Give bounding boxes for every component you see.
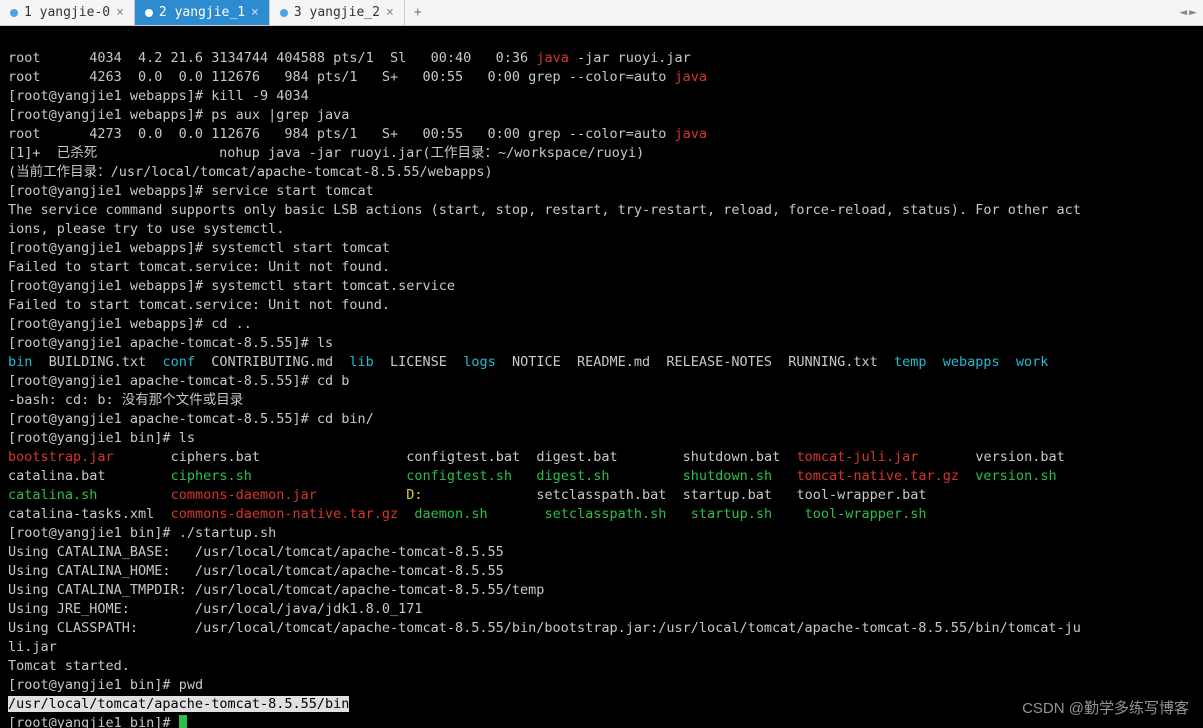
prompt-line: [root@yangjie1 bin]# ls (8, 430, 195, 446)
tab-label: 1 yangjie-0 (24, 5, 110, 20)
cursor-icon (179, 715, 187, 728)
tab-dot-icon (145, 9, 153, 17)
scroll-left-icon[interactable]: ◄ (1179, 5, 1187, 20)
tab-dot-icon (280, 9, 288, 17)
ls-output: catalina.sh commons-daemon.jar D: setcla… (8, 487, 927, 503)
tab-yangjie-2[interactable]: 3 yangjie_2 × (270, 0, 405, 25)
bash-err: -bash: cd: b: 没有那个文件或目录 (8, 392, 243, 408)
terminal[interactable]: root 4034 4.2 21.6 3134744 404588 pts/1 … (0, 26, 1203, 728)
env-line: li.jar (8, 639, 57, 655)
close-icon[interactable]: × (386, 5, 394, 20)
ps-output: root 4273 0.0 0.0 112676 984 pts/1 S+ 00… (8, 126, 707, 142)
tab-dot-icon (10, 9, 18, 17)
service-msg: The service command supports only basic … (8, 202, 1081, 218)
tab-scroll-arrows: ◄ ► (1179, 5, 1203, 20)
prompt-line: [root@yangjie1 apache-tomcat-8.5.55]# ls (8, 335, 333, 351)
prompt-line: [root@yangjie1 webapps]# ps aux |grep ja… (8, 107, 349, 123)
prompt-line: [root@yangjie1 webapps]# kill -9 4034 (8, 88, 309, 104)
prompt-line: [root@yangjie1 bin]# pwd (8, 677, 203, 693)
fail-msg: Failed to start tomcat.service: Unit not… (8, 259, 390, 275)
tab-yangjie-0[interactable]: 1 yangjie-0 × (0, 0, 135, 25)
env-line: Using JRE_HOME: /usr/local/java/jdk1.8.0… (8, 601, 423, 617)
prompt-line: [root@yangjie1 apache-tomcat-8.5.55]# cd… (8, 373, 349, 389)
prompt-line: [root@yangjie1 bin]# (8, 715, 187, 728)
prompt-line: [root@yangjie1 apache-tomcat-8.5.55]# cd… (8, 411, 374, 427)
env-line: Using CATALINA_BASE: /usr/local/tomcat/a… (8, 544, 504, 560)
ls-output: bootstrap.jar ciphers.bat configtest.bat… (8, 449, 1065, 465)
add-tab-button[interactable]: + (405, 5, 431, 20)
close-icon[interactable]: × (251, 5, 259, 20)
watermark: CSDN @勤学多练写博客 (1022, 697, 1189, 718)
tab-label: 2 yangjie_1 (159, 5, 245, 20)
started-msg: Tomcat started. (8, 658, 130, 674)
tab-bar: 1 yangjie-0 × 2 yangjie_1 × 3 yangjie_2 × +… (0, 0, 1203, 26)
ls-output: catalina-tasks.xml commons-daemon-native… (8, 506, 927, 522)
ps-output: root 4263 0.0 0.0 112676 984 pts/1 S+ 00… (8, 69, 707, 85)
prompt-line: [root@yangjie1 webapps]# systemctl start… (8, 278, 455, 294)
nohup-line: [1]+ 已杀死 nohup java -jar ruoyi.jar(工作目录：… (8, 145, 644, 161)
ps-output: root 4034 4.2 21.6 3134744 404588 pts/1 … (8, 50, 691, 66)
prompt-line: [root@yangjie1 webapps]# cd .. (8, 316, 252, 332)
pwd-output: /usr/local/tomcat/apache-tomcat-8.5.55/b… (8, 696, 349, 712)
tab-label: 3 yangjie_2 (294, 5, 380, 20)
prompt-line: [root@yangjie1 webapps]# service start t… (8, 183, 374, 199)
close-icon[interactable]: × (116, 5, 124, 20)
env-line: Using CLASSPATH: /usr/local/tomcat/apach… (8, 620, 1081, 636)
scroll-right-icon[interactable]: ► (1189, 5, 1197, 20)
prompt-line: [root@yangjie1 bin]# ./startup.sh (8, 525, 276, 541)
env-line: Using CATALINA_TMPDIR: /usr/local/tomcat… (8, 582, 544, 598)
env-line: Using CATALINA_HOME: /usr/local/tomcat/a… (8, 563, 504, 579)
ls-output: bin BUILDING.txt conf CONTRIBUTING.md li… (8, 354, 1048, 370)
service-msg: ions, please try to use systemctl. (8, 221, 284, 237)
prompt-line: [root@yangjie1 webapps]# systemctl start… (8, 240, 390, 256)
fail-msg: Failed to start tomcat.service: Unit not… (8, 297, 390, 313)
tab-yangjie-1[interactable]: 2 yangjie_1 × (135, 0, 270, 25)
ls-output: catalina.bat ciphers.sh configtest.sh di… (8, 468, 1057, 484)
cwd-line: (当前工作目录：/usr/local/tomcat/apache-tomcat-… (8, 164, 493, 180)
